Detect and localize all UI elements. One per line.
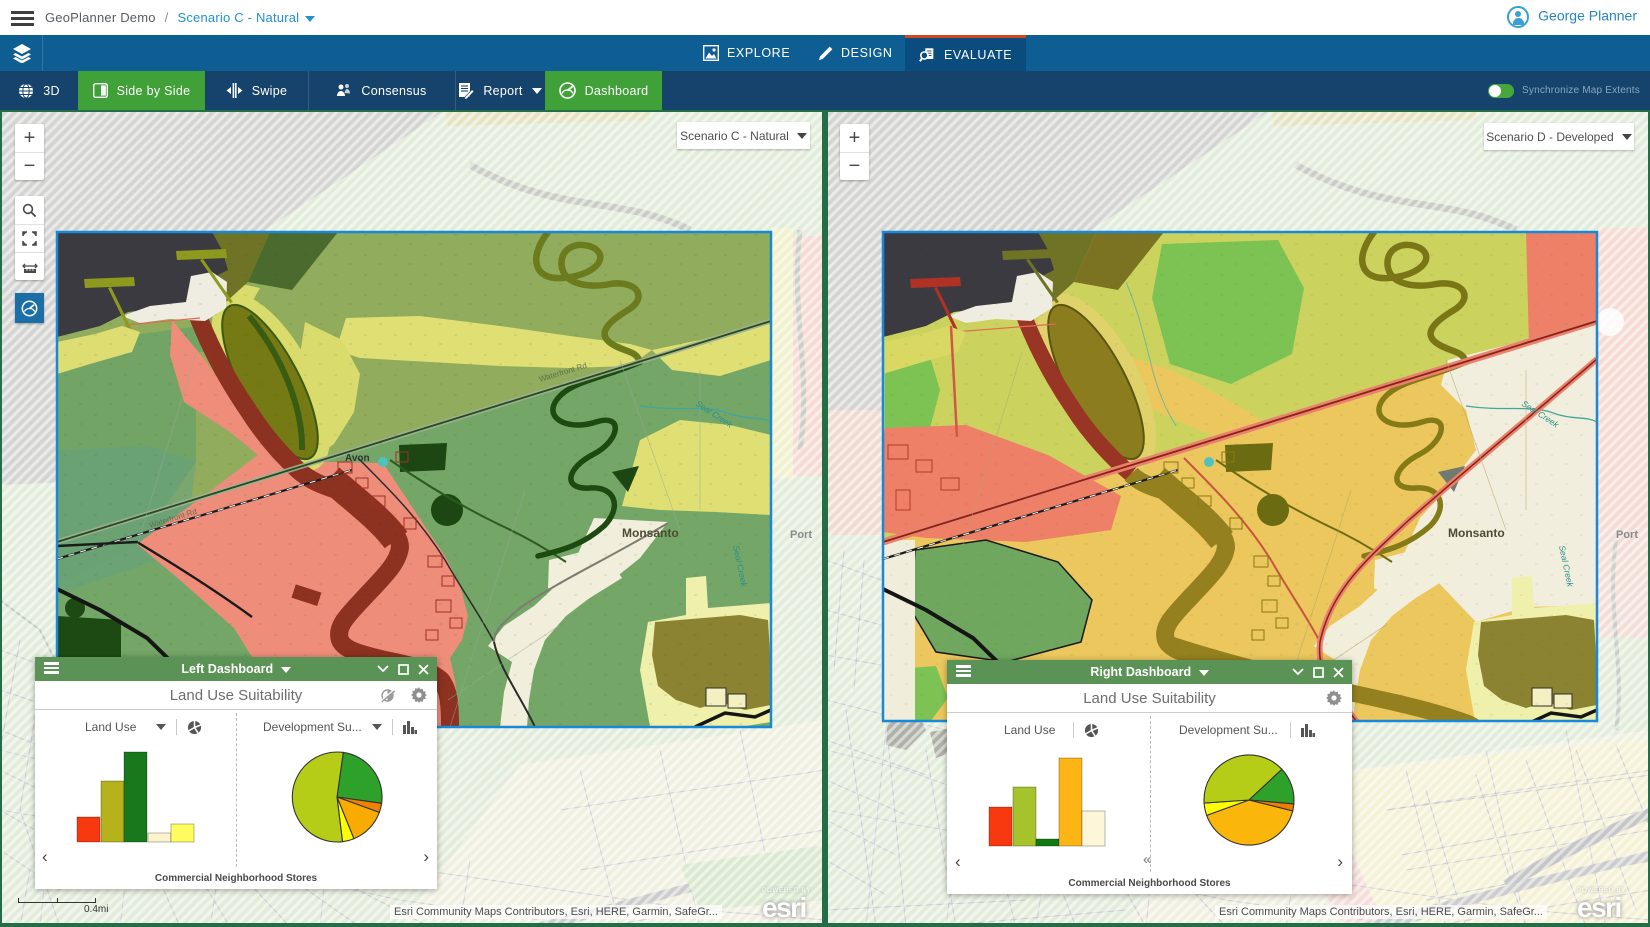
svg-text:Port: Port: [1616, 529, 1638, 541]
svg-text:Port: Port: [790, 529, 812, 541]
